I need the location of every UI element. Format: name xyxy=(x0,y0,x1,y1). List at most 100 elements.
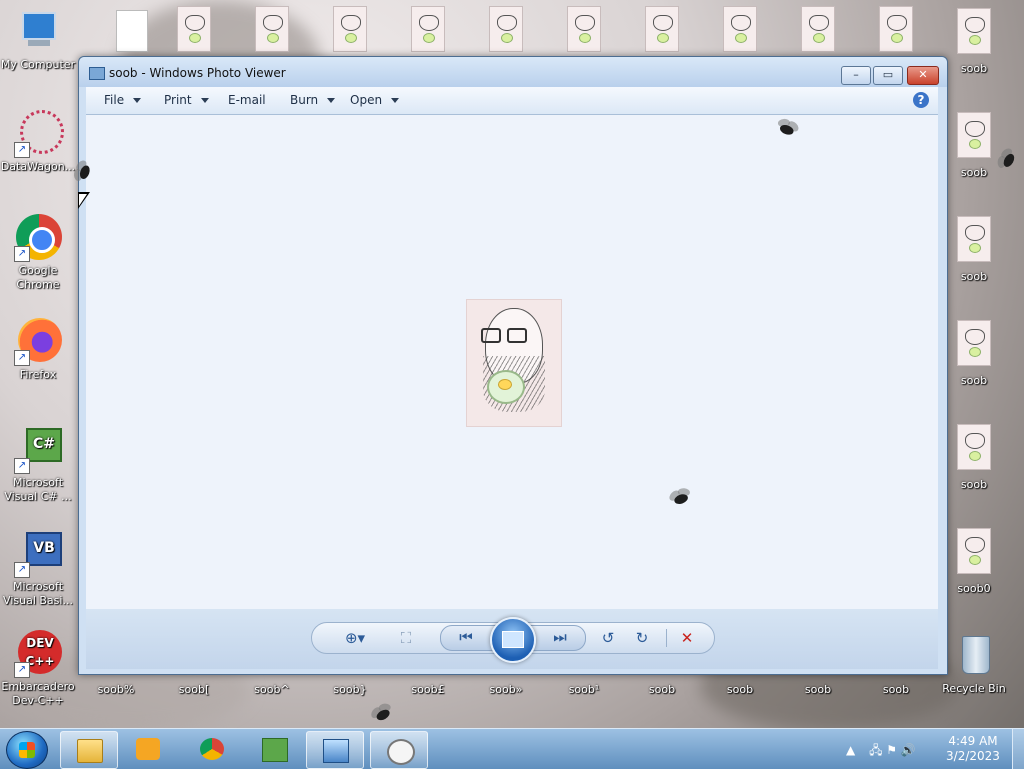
previous-icon[interactable]: ⏮ xyxy=(455,629,477,645)
maximize-button[interactable]: ▭ xyxy=(873,66,903,85)
soob-thumbnail-icon xyxy=(879,6,913,52)
desktop-icon-soob[interactable] xyxy=(624,6,700,52)
desktop-icon-soob[interactable] xyxy=(156,6,232,52)
chevron-down-icon xyxy=(200,98,209,103)
clock-time: 4:49 AM xyxy=(948,734,998,748)
visual-csharp-icon: C# ↗ xyxy=(14,426,62,474)
chevron-down-icon xyxy=(133,98,142,103)
soob-thumbnail-icon xyxy=(957,8,991,54)
computer-icon xyxy=(14,8,62,56)
desktop-icon-label[interactable]: soob[ xyxy=(156,683,232,697)
desktop-icon-label[interactable]: soob xyxy=(780,683,856,697)
shortcut-arrow-icon: ↗ xyxy=(14,662,30,678)
image-viewport[interactable] xyxy=(86,115,938,609)
desktop-icon-label[interactable]: soob% xyxy=(78,683,154,697)
visual-csharp-icon xyxy=(262,738,288,762)
desktop-icon-devcpp[interactable]: DEV C++ ↗ Embarcadero Dev-C++ xyxy=(0,630,76,708)
actual-size-icon[interactable]: ⛶ xyxy=(396,630,416,646)
photo-viewer-icon xyxy=(323,739,349,763)
close-button[interactable]: ✕ xyxy=(907,66,939,85)
folder-icon xyxy=(77,739,103,763)
desktop-icon-chrome[interactable]: ↗ Google Chrome xyxy=(0,214,76,292)
menu-print[interactable]: Print xyxy=(164,93,209,107)
desktop-icon-datawagon[interactable]: ↗ DataWagon... xyxy=(0,110,76,174)
desktop-icon-label[interactable]: soob xyxy=(858,683,934,697)
taskbar-clock-app[interactable] xyxy=(370,731,428,769)
soob-thumbnail-icon xyxy=(723,6,757,52)
taskbar-media-player[interactable] xyxy=(120,731,176,767)
desktop-icon-label: Microsoft Visual Basi... xyxy=(3,580,73,607)
desktop-icon-soob[interactable] xyxy=(468,6,544,52)
menu-file[interactable]: File xyxy=(104,93,142,107)
soob-thumbnail-icon xyxy=(801,6,835,52)
desktop-icon-label: My Computer xyxy=(0,58,76,71)
divider xyxy=(666,629,667,647)
desktop-icon-soob[interactable] xyxy=(390,6,466,52)
desktop-icon-soob[interactable] xyxy=(780,6,856,52)
desktop-icon-soob[interactable] xyxy=(312,6,388,52)
taskbar-visual-csharp[interactable] xyxy=(246,731,302,767)
menu-open[interactable]: Open xyxy=(350,93,400,107)
taskbar-explorer[interactable] xyxy=(60,731,118,769)
desktop-icon-soob[interactable] xyxy=(234,6,310,52)
desktop-icon-soob[interactable] xyxy=(858,6,934,52)
shortcut-arrow-icon: ↗ xyxy=(14,562,30,578)
desktop-icon-visual-csharp[interactable]: C# ↗ Microsoft Visual C# ... xyxy=(0,426,76,504)
tray-status-icons[interactable]: 🖧 ⚑ 🔊 xyxy=(869,743,916,757)
soob-thumbnail-icon xyxy=(957,528,991,574)
soob-thumbnail-icon xyxy=(957,216,991,262)
desktop-icon-my-computer[interactable]: My Computer xyxy=(0,8,76,72)
chevron-down-icon xyxy=(327,98,336,103)
photo-viewer-app-icon xyxy=(89,67,105,80)
delete-icon[interactable]: ✕ xyxy=(676,630,698,646)
soob-thumbnail-icon xyxy=(957,112,991,158)
rotate-counterclockwise-icon[interactable]: ↺ xyxy=(598,630,618,646)
desktop-icon-label: Firefox xyxy=(19,368,57,381)
desktop-icon-label[interactable]: soob^ xyxy=(234,683,310,697)
taskbar-photo-viewer[interactable] xyxy=(306,731,364,769)
system-tray: ▲ 🖧 ⚑ 🔊 xyxy=(846,741,916,762)
menu-email-label: E-mail xyxy=(228,93,266,107)
desktop-icon-firefox[interactable]: ↗ Firefox xyxy=(0,318,76,382)
photo-glasses xyxy=(507,328,527,343)
zoom-icon[interactable]: ⊕▾ xyxy=(340,630,370,646)
soob-thumbnail-icon xyxy=(333,6,367,52)
taskbar-clock[interactable]: 4:49 AM 3/2/2023 xyxy=(946,734,1000,764)
taskbar: ▲ 🖧 ⚑ 🔊 4:49 AM 3/2/2023 xyxy=(0,728,1024,769)
photo-glasses xyxy=(481,328,501,343)
desktop-icon-file[interactable] xyxy=(90,8,166,58)
clock-icon xyxy=(387,739,415,765)
desktop-icon-label: Recycle Bin xyxy=(942,682,1006,695)
shortcut-arrow-icon: ↗ xyxy=(14,142,30,158)
soob-thumbnail-icon xyxy=(255,6,289,52)
show-hidden-icons-icon[interactable]: ▲ xyxy=(846,743,855,757)
desktop-icon-soob[interactable] xyxy=(546,6,622,52)
desktop-icon-visual-basic[interactable]: VB ↗ Microsoft Visual Basi... xyxy=(0,530,76,608)
desktop-icon-label[interactable]: soob xyxy=(702,683,778,697)
show-desktop-button[interactable] xyxy=(1012,729,1024,769)
help-icon[interactable]: ? xyxy=(913,92,929,108)
minimize-button[interactable]: – xyxy=(841,66,871,85)
photo-viewer-window[interactable]: soob - Windows Photo Viewer – ▭ ✕ File P… xyxy=(78,56,948,675)
taskbar-chrome[interactable] xyxy=(184,731,240,767)
desktop-icon-label[interactable]: soob£ xyxy=(390,683,466,697)
menu-open-label: Open xyxy=(350,93,383,107)
title-bar[interactable]: soob - Windows Photo Viewer – ▭ ✕ xyxy=(79,57,947,87)
slideshow-button[interactable] xyxy=(490,617,536,663)
start-button[interactable] xyxy=(6,731,48,769)
desktop-icon-label: Microsoft Visual C# ... xyxy=(4,476,72,503)
visual-basic-icon: VB ↗ xyxy=(14,530,62,578)
desktop-icon-label: DataWagon... xyxy=(0,160,76,173)
desktop-icon-label[interactable]: soob xyxy=(624,683,700,697)
desktop-icon-label[interactable]: soob» xyxy=(468,683,544,697)
menu-email[interactable]: E-mail xyxy=(228,93,266,107)
menu-burn[interactable]: Burn xyxy=(290,93,336,107)
desktop-icon-soob[interactable] xyxy=(702,6,778,52)
displayed-photo xyxy=(466,299,562,427)
soob-thumbnail-icon xyxy=(411,6,445,52)
next-icon[interactable]: ⏭ xyxy=(549,629,571,645)
desktop-icon-label[interactable]: soob¹ xyxy=(546,683,622,697)
rotate-clockwise-icon[interactable]: ↻ xyxy=(632,630,652,646)
soob-thumbnail-icon xyxy=(489,6,523,52)
desktop-icon-label[interactable]: soob} xyxy=(312,683,388,697)
